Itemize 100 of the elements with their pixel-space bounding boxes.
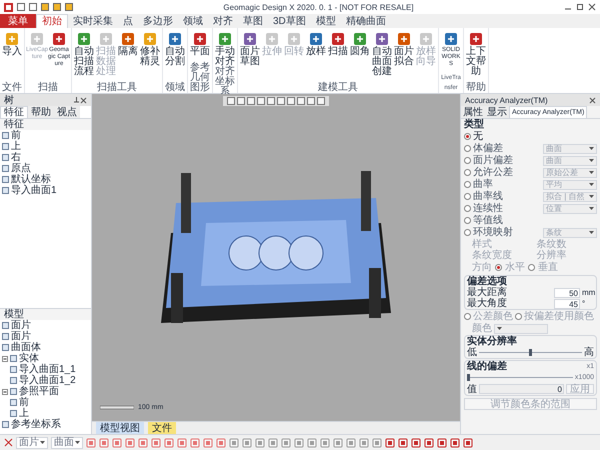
tree-item[interactable]: 上 (11, 141, 21, 152)
menu-button[interactable]: 菜单 (0, 14, 36, 28)
tool-icon (470, 33, 482, 45)
panel-tab[interactable]: 显示 (485, 106, 509, 118)
radio-button[interactable] (464, 313, 471, 320)
section-title: 线的偏差 (467, 361, 508, 372)
option-label: 环境映射 (473, 227, 514, 238)
ribbon-tab[interactable]: 实时采集 (68, 15, 118, 28)
slider-label: 高 (584, 347, 594, 358)
tool-icon (288, 33, 300, 45)
expand-icon[interactable] (2, 356, 8, 362)
ribbon-button[interactable]: 圆角 (349, 28, 371, 57)
radio-button[interactable] (515, 313, 522, 320)
close-icon[interactable] (80, 96, 87, 104)
radio-button[interactable] (464, 229, 471, 236)
tree-item[interactable]: 默认坐标 (11, 174, 51, 185)
radio-button[interactable] (495, 264, 502, 271)
dropdown[interactable]: 面片 (16, 436, 48, 448)
ribbon-tab[interactable]: 领域 (178, 15, 208, 28)
ribbon-button[interactable]: 手动对齐 (214, 28, 236, 67)
radio-button[interactable] (464, 133, 471, 140)
radio-button[interactable] (464, 193, 471, 200)
view-tab[interactable]: 文件 (148, 422, 176, 434)
slider-track[interactable] (467, 374, 573, 381)
ribbon-button[interactable]: 面片草图 (239, 28, 261, 67)
tree-item[interactable]: 右 (11, 152, 21, 163)
field-label: 方向 (472, 262, 492, 273)
ribbon-button[interactable]: 上下文帮助 (465, 28, 487, 77)
radio-button[interactable] (464, 217, 471, 224)
maximize-icon[interactable] (576, 3, 584, 11)
slider-track[interactable] (479, 349, 582, 356)
ribbon-button[interactable]: 自动曲面创建 (371, 28, 393, 77)
ribbon-button[interactable]: 导入 (1, 28, 23, 57)
ribbon-button[interactable]: 自动分割 (164, 28, 186, 67)
radio-button[interactable] (464, 145, 471, 152)
tree-item[interactable]: 导入曲面1_1 (19, 364, 76, 375)
tree-item[interactable]: 前 (11, 130, 21, 141)
ribbon-button[interactable]: 平面 (189, 28, 211, 57)
tool-icon (6, 33, 18, 45)
ribbon-button[interactable]: 放样 (305, 28, 327, 57)
ribbon-tab[interactable]: 多边形 (138, 15, 178, 28)
tree-item[interactable]: 导入曲面1_2 (19, 375, 76, 386)
close-icon[interactable] (589, 96, 596, 104)
tree-item[interactable]: 曲面体 (11, 342, 41, 353)
tool-icon (354, 33, 366, 45)
group-label: 帮助 (466, 83, 486, 93)
ribbon-button[interactable]: 面片拟合 (393, 28, 415, 67)
option-label: 无 (473, 131, 484, 142)
tree-item[interactable]: 参照平面 (19, 386, 59, 397)
number-field[interactable]: 0 (479, 384, 564, 394)
tool-icon (122, 33, 134, 45)
dropdown-arrow-icon (75, 441, 80, 444)
ribbon-tab[interactable]: 精确曲面 (340, 15, 391, 28)
ribbon-tab[interactable]: 模型 (310, 15, 341, 28)
number-field[interactable]: 50 (554, 288, 580, 298)
panel-tab[interactable]: 特征 (0, 106, 28, 118)
tree-item[interactable]: 实体 (19, 353, 39, 364)
ribbon-tab[interactable]: 3D草图 (268, 15, 311, 28)
ribbon-tab[interactable]: 点 (118, 15, 138, 28)
select-icon[interactable] (4, 438, 13, 447)
dropdown[interactable]: 曲面 (51, 436, 83, 448)
pin-icon[interactable] (73, 96, 80, 104)
panel-tab[interactable]: 帮助 (28, 106, 54, 118)
expand-icon[interactable] (2, 388, 8, 394)
radio-button[interactable] (464, 181, 471, 188)
group-label: 参考几何图形 (189, 63, 211, 93)
panel-tab[interactable]: 视点 (54, 106, 80, 118)
number-field[interactable]: 45 (554, 298, 580, 308)
field-label: 最大角度 (467, 298, 508, 309)
radio-button[interactable] (464, 157, 471, 164)
option-label: 曲率线 (473, 191, 504, 202)
radio-button[interactable] (464, 169, 471, 176)
ribbon-tab[interactable]: 初始 (36, 14, 68, 28)
panel-title: Accuracy Analyzer(TM) (465, 94, 549, 106)
dropdown-arrow-icon (40, 441, 45, 444)
slider-thumb[interactable] (467, 374, 470, 381)
tree-item[interactable]: 面片 (11, 320, 31, 331)
ribbon-tab[interactable]: 对齐 (208, 15, 238, 28)
group-label: 建模工具 (318, 83, 358, 93)
tool-icon (194, 33, 206, 45)
tool-icon (144, 33, 156, 45)
group-label: 文件 (2, 83, 22, 93)
tree-item[interactable]: 导入曲面1 (11, 185, 57, 196)
option-label: 按偏差使用颜色 (524, 311, 594, 322)
slider-thumb[interactable] (529, 349, 532, 356)
ribbon-button[interactable]: 隔离 (117, 28, 139, 57)
panel-tab[interactable]: 属性 (461, 106, 485, 118)
tree-item[interactable]: 参考坐标系 (11, 419, 61, 430)
tree-item[interactable]: 前 (19, 397, 29, 408)
tree-item[interactable]: 上 (19, 408, 29, 419)
radio-button[interactable] (528, 264, 535, 271)
ribbon-button[interactable]: 自动扫描流程 (73, 28, 95, 77)
ribbon-tab[interactable]: 草图 (238, 15, 268, 28)
tree-item[interactable]: 原点 (11, 163, 31, 174)
ribbon-button[interactable]: 扫描 (327, 28, 349, 57)
ribbon-button[interactable]: 修补精灵 (139, 28, 161, 67)
close-icon[interactable] (588, 3, 596, 11)
radio-button[interactable] (464, 205, 471, 212)
tree-item[interactable]: 面片 (11, 331, 31, 342)
view-tab[interactable]: 模型视图 (96, 422, 144, 434)
